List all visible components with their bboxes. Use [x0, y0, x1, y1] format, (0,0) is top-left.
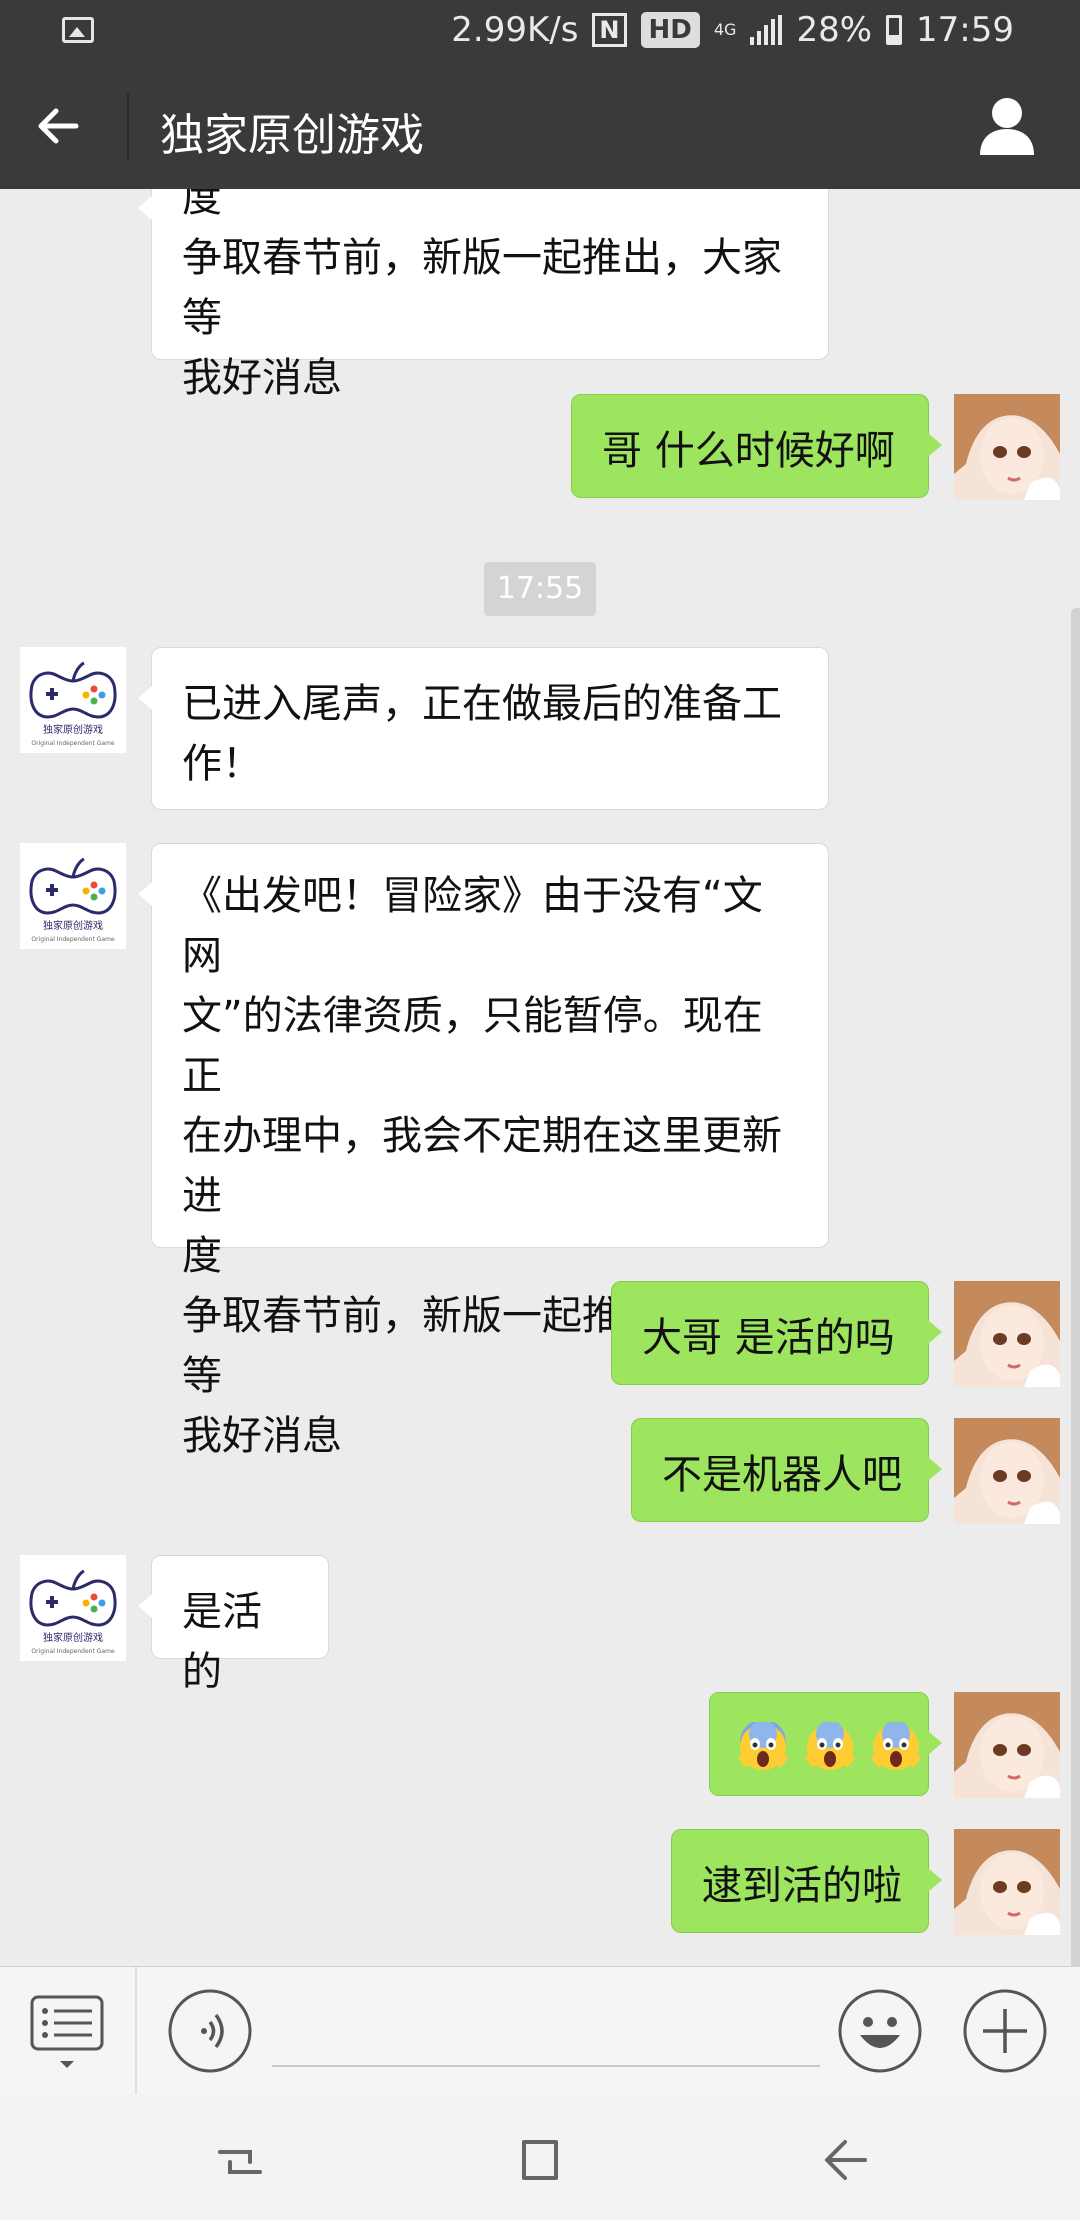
gallery-notification-icon — [62, 17, 94, 43]
message-input[interactable] — [272, 1997, 820, 2067]
hd-badge: HD — [640, 12, 700, 48]
my-avatar[interactable] — [954, 1829, 1060, 1935]
logo-text: 独家原创游戏 — [43, 919, 103, 932]
chat-header: 独家原创游戏 — [0, 63, 1080, 189]
network-type-icon: 4G — [713, 20, 737, 39]
list-menu-icon[interactable] — [30, 1995, 106, 2075]
system-navigation-bar — [0, 2094, 1080, 2220]
message-line: 在办理中，我会不定期在这里更新进 — [182, 1113, 782, 1219]
logo-subtext: Original Independent Game — [31, 936, 114, 943]
header-divider — [127, 93, 129, 159]
message-bubble-me[interactable]: 逮到活的啦 — [671, 1829, 942, 1933]
signal-icon — [750, 15, 783, 45]
chat-title: 独家原创游戏 — [160, 110, 424, 161]
message-text: 不是机器人吧 — [662, 1452, 902, 1498]
message-text: 哥 什么时候好啊 — [602, 428, 895, 474]
input-bar-divider — [135, 1967, 137, 2095]
my-avatar[interactable] — [954, 1692, 1060, 1798]
message-line: 争取春节前，新版一起推出，大家等 — [182, 235, 782, 341]
battery-icon — [886, 15, 903, 45]
scream-emoji-icon — [804, 1722, 855, 1770]
message-bubble-official[interactable]: 《出发吧！冒险家》由于没有“文网 文”的法律资质，只能暂停。现在正 在办理中，我… — [138, 843, 829, 1459]
network-speed: 2.99K/s — [451, 10, 579, 50]
system-back-icon[interactable] — [815, 2130, 875, 2190]
my-avatar[interactable] — [954, 1281, 1060, 1387]
smiley-icon[interactable] — [838, 1989, 922, 2073]
official-avatar[interactable]: 独家原创游戏 Original Independent Game — [20, 843, 126, 949]
message-bubble-official[interactable]: 度 争取春节前，新版一起推出，大家等 我好消息 — [138, 189, 829, 401]
message-line: 度 — [182, 189, 222, 221]
chat-area[interactable]: 度 争取春节前，新版一起推出，大家等 我好消息 哥 什么时候好啊 17:55 独… — [0, 189, 1080, 1966]
voice-icon[interactable] — [168, 1989, 252, 2073]
logo-subtext: Original Independent Game — [31, 740, 114, 747]
my-avatar[interactable] — [954, 394, 1060, 500]
message-line: 文”的法律资质，只能暂停。现在正 — [182, 993, 763, 1099]
message-bubble-official[interactable]: 是活的 — [138, 1555, 329, 1695]
message-bubble-me[interactable]: 不是机器人吧 — [631, 1418, 942, 1522]
my-avatar[interactable] — [954, 1418, 1060, 1524]
message-line: 已进入尾声，正在做最后的准备工 — [182, 681, 782, 727]
nfc-icon: N — [592, 13, 627, 47]
status-bar: 2.99K/s N HD 4G 28% 17:59 — [0, 0, 1080, 63]
battery-percent: 28% — [796, 10, 873, 50]
home-icon[interactable] — [510, 2130, 570, 2190]
message-text: 是活的 — [182, 1589, 262, 1695]
plus-icon[interactable] — [963, 1989, 1047, 2073]
message-bubble-me[interactable]: 哥 什么时候好啊 — [571, 394, 942, 498]
chat-scrollbar[interactable] — [1071, 608, 1080, 1966]
message-line: 度 — [182, 1233, 222, 1279]
message-text: 逮到活的啦 — [702, 1863, 902, 1909]
person-icon[interactable] — [974, 93, 1040, 159]
scream-emoji-icon — [871, 1722, 922, 1770]
recent-apps-icon[interactable] — [210, 2132, 270, 2192]
timestamp: 17:55 — [484, 562, 596, 616]
message-line: 《出发吧！冒险家》由于没有“文网 — [182, 873, 763, 979]
back-arrow-icon[interactable] — [28, 96, 88, 156]
message-text: 大哥 是活的吗 — [642, 1315, 895, 1361]
logo-text: 独家原创游戏 — [43, 1631, 103, 1644]
scream-emoji-icon — [738, 1722, 788, 1770]
logo-text: 独家原创游戏 — [43, 723, 103, 736]
logo-subtext: Original Independent Game — [31, 1648, 114, 1655]
message-line: 作！ — [182, 741, 262, 787]
input-bar — [0, 1966, 1080, 2095]
message-bubble-official[interactable]: 已进入尾声，正在做最后的准备工 作！ — [138, 647, 829, 810]
clock: 17:59 — [916, 10, 1014, 50]
official-avatar[interactable]: 独家原创游戏 Original Independent Game — [20, 1555, 126, 1661]
official-avatar[interactable]: 独家原创游戏 Original Independent Game — [20, 647, 126, 753]
message-bubble-me[interactable]: 😱😱😱 — [709, 1692, 942, 1796]
message-bubble-me[interactable]: 大哥 是活的吗 — [611, 1281, 942, 1385]
